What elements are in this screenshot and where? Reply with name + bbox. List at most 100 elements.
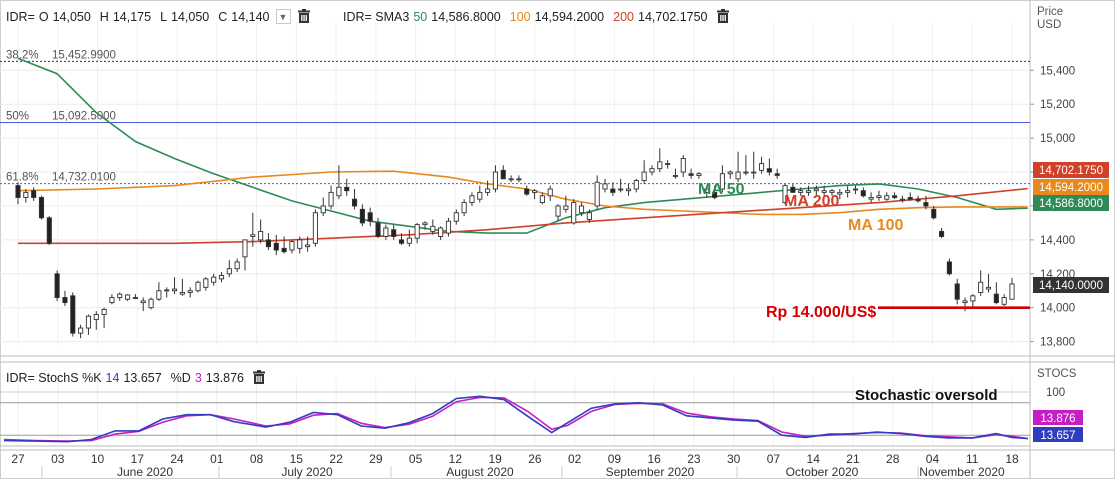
x-tick-label: 07 <box>767 452 781 466</box>
candle-body <box>156 290 162 300</box>
candle-body <box>297 239 303 249</box>
candle-body <box>735 171 741 180</box>
ohlc-prefix: IDR= <box>6 9 35 24</box>
x-tick-label: 04 <box>926 452 940 466</box>
x-tick-label: 03 <box>51 452 65 466</box>
open-value: 14,050 <box>52 9 91 24</box>
candle-body <box>641 171 647 181</box>
candle-body <box>860 190 866 197</box>
candle-body <box>954 283 960 300</box>
candle-body <box>148 298 154 309</box>
candle-body <box>547 188 553 197</box>
stoch-k-period: 14 <box>105 370 120 385</box>
x-tick-label: 23 <box>687 452 701 466</box>
candle-body <box>774 173 780 176</box>
sma200-period: 200 <box>613 9 634 24</box>
candle-body <box>907 197 913 200</box>
x-tick-label: 12 <box>449 452 463 466</box>
trash-icon[interactable] <box>297 9 311 24</box>
candle-body <box>46 217 52 244</box>
candle-body <box>179 291 185 295</box>
stoch-d-period: 3 <box>194 370 202 385</box>
candle-body <box>657 161 663 170</box>
candle-body <box>923 202 929 207</box>
candle-body <box>406 237 412 244</box>
candle-body <box>946 261 952 275</box>
candle-body <box>532 190 538 193</box>
candle-body <box>336 186 342 197</box>
stoch-tick-label: 100 <box>1046 387 1065 399</box>
candle-body <box>516 178 522 181</box>
x-tick-label: 08 <box>250 452 264 466</box>
x-tick-label: 27 <box>11 452 25 466</box>
sma200-value: 14,702.1750 <box>638 9 708 24</box>
x-tick-label: 15 <box>290 452 304 466</box>
candle-body <box>445 220 452 234</box>
candle-body <box>117 293 123 298</box>
candle-body <box>281 247 287 253</box>
candle-body <box>234 261 240 270</box>
chart-annotation: Rp 14.000/US$ <box>766 304 876 321</box>
candle-body <box>508 178 514 181</box>
y-tick-label: 15,400 <box>1040 65 1075 77</box>
trash-icon[interactable] <box>716 9 730 24</box>
x-tick-label: 02 <box>568 452 582 466</box>
candle-body <box>461 202 467 214</box>
candle-body <box>93 314 99 321</box>
price-tag-label: 14,594.2000 <box>1039 182 1103 194</box>
candle-body <box>226 268 232 275</box>
price-axis-title: Price USD <box>1037 6 1063 32</box>
stoch-header: IDR= StochS %K 14 13.657 %D 3 13.876 <box>6 370 266 385</box>
candle-body <box>868 197 874 200</box>
x-tick-label: 16 <box>647 452 661 466</box>
sma-header: IDR= SMA3 50 14,586.8000 100 14,594.2000… <box>343 9 730 24</box>
candle-body <box>171 288 178 292</box>
ohlc-header: IDR= O 14,050 H 14,175 L 14,050 C 14,140… <box>6 9 311 24</box>
candle-body <box>312 212 318 244</box>
candle-body <box>187 290 193 293</box>
candle-body <box>398 239 405 244</box>
candle-body <box>649 168 655 173</box>
candle-body <box>594 181 600 207</box>
x-tick-label: 21 <box>846 452 860 466</box>
candle-body <box>375 222 381 237</box>
x-tick-label: 24 <box>170 452 184 466</box>
chart-annotation: MA 50 <box>698 181 745 198</box>
candle-body <box>258 230 264 241</box>
candle-body <box>391 229 397 237</box>
x-tick-label: 22 <box>329 452 343 466</box>
x-tick-label: 18 <box>1005 452 1019 466</box>
candle-body <box>164 289 170 292</box>
candle-body <box>38 197 45 219</box>
sma50-value: 14,586.8000 <box>431 9 501 24</box>
candle-body <box>899 198 905 201</box>
candle-body <box>453 212 459 222</box>
chevron-down-icon[interactable]: ▼ <box>275 9 291 24</box>
candle-body <box>939 230 945 237</box>
candle-body <box>305 244 311 248</box>
open-label: O <box>38 9 49 24</box>
sma100-value: 14,594.2000 <box>534 9 605 24</box>
trash-icon[interactable] <box>252 370 266 385</box>
stoch-axis-title: STOCS <box>1037 368 1077 380</box>
x-tick-label: 01 <box>210 452 224 466</box>
candle-body <box>790 186 796 193</box>
x-tick-label: 10 <box>91 452 105 466</box>
candle-body <box>485 188 491 193</box>
candle-body <box>352 198 358 207</box>
candle-body <box>477 191 483 200</box>
candle-body <box>539 195 545 204</box>
candle-body <box>218 275 225 280</box>
candle-body <box>665 163 671 166</box>
chart-annotation: MA 200 <box>784 193 840 210</box>
x-tick-label: 19 <box>488 452 502 466</box>
candle-body <box>78 327 84 334</box>
month-label: June 2020 <box>117 465 173 479</box>
candle-body <box>970 295 976 302</box>
x-tick-label: 26 <box>528 452 542 466</box>
stoch-annotation: Stochastic oversold <box>855 387 998 404</box>
chart-annotation: MA 100 <box>848 217 904 234</box>
x-tick-label: 17 <box>131 452 145 466</box>
x-tick-label: 30 <box>727 452 741 466</box>
candle-body <box>751 171 757 174</box>
